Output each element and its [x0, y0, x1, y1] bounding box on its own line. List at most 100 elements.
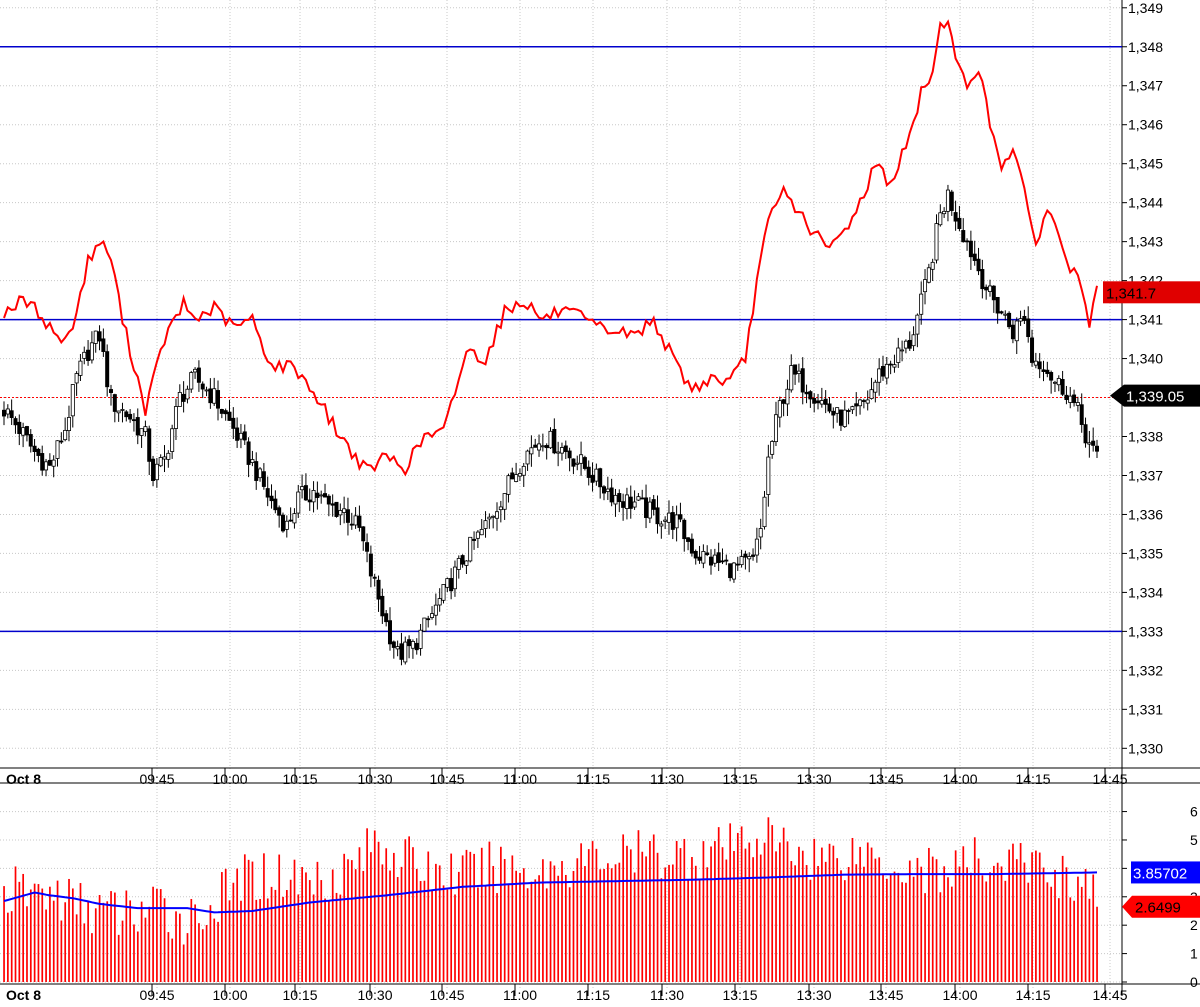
volume-bar [320, 880, 323, 982]
volume-bar [549, 861, 552, 982]
candle-body [754, 538, 759, 556]
volume-bar [293, 859, 296, 982]
candle-body [777, 400, 782, 418]
volume-bar [542, 859, 544, 982]
price-x-tick-label: 09:45 [139, 771, 174, 787]
candle-body [900, 349, 905, 352]
volume-bar [522, 868, 525, 982]
candle-body [112, 394, 117, 412]
candle-body [965, 240, 970, 243]
candle-body [193, 368, 198, 373]
candle-body [254, 461, 259, 481]
candle-body [743, 553, 748, 558]
price-y-tick-label: 1,330 [1128, 740, 1163, 756]
volume-bar [798, 846, 800, 982]
candle-body [540, 445, 545, 448]
candle-body [273, 498, 278, 511]
volume-bar [29, 889, 32, 982]
candle-body [720, 560, 725, 563]
volume-bar [836, 858, 839, 982]
candle-body [269, 495, 274, 502]
volume-bar [347, 859, 349, 982]
volume-bar [178, 913, 181, 982]
volume-bar [924, 893, 926, 982]
volume-bar [744, 848, 747, 982]
volume-bar [629, 849, 632, 982]
volume-bar [843, 880, 846, 982]
volume-bar [874, 858, 877, 982]
volume-bar [465, 849, 468, 982]
volume-bar [488, 841, 491, 982]
price-y-tick-label: 1,347 [1128, 78, 1163, 94]
candle-body [705, 552, 710, 556]
last-price-label: 1,339.05 [1126, 389, 1184, 406]
candle-body [13, 418, 18, 426]
candle-body [640, 497, 645, 500]
volume-bar [412, 847, 414, 982]
volume-bar [186, 933, 189, 982]
candle-body [55, 440, 60, 459]
volume-bar [973, 837, 976, 982]
candle-body [456, 558, 461, 570]
volume-bar [427, 851, 430, 982]
volume-bar [335, 892, 338, 982]
candle-body [196, 367, 201, 383]
candle-body [544, 445, 549, 449]
candle-body [659, 523, 664, 527]
volume-bar [144, 917, 147, 982]
volume-bar [668, 864, 670, 982]
candle-body [1083, 424, 1088, 444]
candle-body [1091, 440, 1096, 446]
candle-body [903, 340, 908, 349]
candle-body [945, 189, 950, 212]
volume-bar [950, 886, 953, 982]
volume-bar [805, 865, 808, 982]
candle-body [819, 400, 824, 405]
candle-body [896, 347, 901, 363]
volume-bar [1038, 852, 1041, 982]
price-y-tick-label: 1,341 [1128, 312, 1163, 328]
candle-body [24, 426, 29, 436]
price-y-tick-label: 1,331 [1128, 701, 1163, 717]
volume-bar [477, 887, 479, 982]
volume-bar [274, 889, 277, 982]
volume-bar [404, 839, 407, 982]
volume-bar [580, 843, 582, 982]
candle-body [120, 409, 125, 411]
volume-bar [60, 920, 63, 982]
volume-bar [1027, 882, 1030, 982]
price-y-tick-label: 1,335 [1128, 545, 1163, 561]
candle-body [109, 389, 114, 394]
volume-bar [671, 864, 674, 982]
volume-bar [587, 849, 590, 982]
volume-bar [1073, 900, 1075, 982]
price-x-tick-label: 10:00 [212, 771, 247, 787]
volume-x-tick-label: 10:45 [429, 987, 464, 1002]
candle-body [781, 399, 786, 404]
candle-body [36, 448, 41, 456]
volume-bar [373, 830, 376, 982]
volume-bar [450, 853, 453, 982]
candle-body [128, 413, 133, 420]
candle-body [357, 515, 362, 528]
candle-body [28, 434, 33, 447]
volume-bar [393, 852, 395, 982]
candle-body [594, 468, 599, 482]
candle-body [731, 562, 736, 580]
candle-body [1049, 372, 1054, 381]
volume-bar [572, 871, 575, 982]
candle-body [231, 417, 236, 429]
price-y-tick-label: 1,349 [1128, 0, 1163, 16]
candle-body [154, 463, 159, 481]
candle-body [1003, 313, 1008, 316]
volume-bar [236, 868, 239, 982]
candle-body [319, 494, 324, 497]
price-y-tick-label: 1,338 [1128, 429, 1163, 445]
volume-bar [136, 931, 139, 982]
volume-bar [664, 867, 667, 982]
candle-body [980, 269, 985, 290]
price-x-tick-label: 13:30 [796, 771, 831, 787]
volume-x-tick-label: 09:45 [139, 987, 174, 1002]
candle-body [216, 390, 221, 409]
candle-body [884, 363, 889, 379]
